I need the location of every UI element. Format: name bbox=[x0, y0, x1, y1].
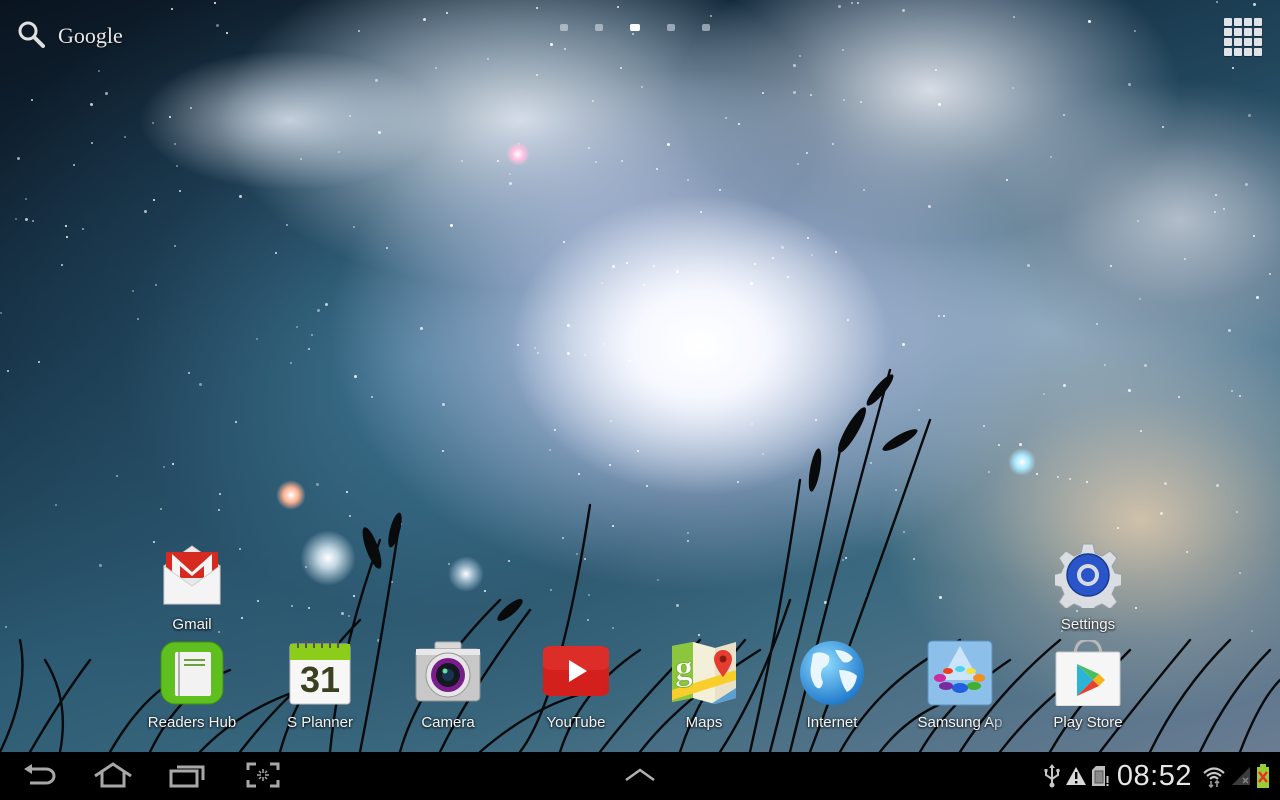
wifi-icon bbox=[1202, 764, 1226, 788]
calendar-icon: 31 bbox=[287, 640, 353, 706]
status-area[interactable]: 08:52 bbox=[1041, 752, 1272, 800]
app-settings[interactable]: Settings bbox=[1033, 542, 1143, 638]
home-icon bbox=[93, 761, 133, 793]
gmail-icon bbox=[159, 542, 225, 608]
sd-card-icon bbox=[1091, 765, 1109, 787]
globe-icon bbox=[799, 640, 865, 706]
calendar-date: 31 bbox=[299, 659, 341, 700]
system-navigation-bar: 08:52 bbox=[0, 752, 1280, 800]
page-dot[interactable] bbox=[595, 24, 603, 31]
clock: 08:52 bbox=[1116, 759, 1192, 792]
back-icon bbox=[22, 763, 56, 792]
battery-charging-error-icon bbox=[1256, 763, 1270, 789]
svg-text:g: g bbox=[675, 648, 693, 688]
camera-icon bbox=[415, 640, 481, 706]
app-label: YouTube bbox=[546, 714, 606, 731]
settings-gear-icon bbox=[1051, 542, 1125, 617]
warning-icon bbox=[1065, 766, 1087, 786]
app-s-planner[interactable]: 31 S Planner bbox=[265, 640, 375, 736]
play-store-bag-icon bbox=[1055, 638, 1121, 707]
screenshot-button[interactable] bbox=[238, 760, 288, 794]
signal-no-service-icon bbox=[1230, 765, 1252, 787]
usb-icon bbox=[1043, 764, 1061, 788]
app-label: Settings bbox=[1060, 616, 1116, 633]
chevron-up-icon bbox=[624, 767, 656, 787]
app-label: Gmail bbox=[172, 616, 212, 633]
app-gmail[interactable]: Gmail bbox=[137, 542, 247, 638]
book-icon bbox=[159, 640, 225, 706]
recent-apps-button[interactable] bbox=[162, 760, 212, 794]
app-play-store[interactable]: Play Store bbox=[1033, 638, 1143, 736]
app-label: Play Store bbox=[1053, 714, 1123, 731]
app-internet[interactable]: Internet bbox=[777, 640, 887, 736]
page-dot-active[interactable] bbox=[630, 24, 640, 31]
search-icon bbox=[16, 19, 46, 54]
google-search-widget[interactable]: Google bbox=[16, 20, 123, 52]
page-dot[interactable] bbox=[667, 24, 675, 31]
google-search-label: Google bbox=[58, 23, 123, 48]
expand-panel-button[interactable] bbox=[615, 760, 665, 794]
home-button[interactable] bbox=[88, 760, 138, 794]
page-indicator bbox=[560, 24, 737, 31]
app-grid-icon bbox=[1224, 18, 1232, 26]
recent-apps-icon bbox=[169, 762, 205, 793]
app-label: Camera bbox=[421, 714, 475, 731]
app-label: Internet bbox=[806, 714, 858, 731]
app-samsung-apps[interactable]: Samsung Ap bbox=[905, 640, 1015, 736]
app-label: Readers Hub bbox=[147, 714, 237, 731]
screenshot-capture-icon bbox=[246, 762, 280, 793]
app-drawer-button[interactable] bbox=[1220, 14, 1262, 56]
samsung-apps-icon bbox=[927, 640, 993, 706]
page-dot[interactable] bbox=[560, 24, 568, 31]
app-maps[interactable]: g Maps bbox=[649, 640, 759, 736]
maps-icon: g bbox=[671, 640, 737, 706]
app-readers-hub[interactable]: Readers Hub bbox=[137, 640, 247, 736]
youtube-play-icon bbox=[541, 640, 611, 706]
back-button[interactable] bbox=[14, 760, 64, 794]
app-label: S Planner bbox=[287, 714, 353, 731]
app-label: Samsung Ap bbox=[917, 714, 1003, 731]
app-youtube[interactable]: YouTube bbox=[521, 640, 631, 736]
page-dot[interactable] bbox=[702, 24, 710, 31]
app-camera[interactable]: Camera bbox=[393, 640, 503, 736]
app-label: Maps bbox=[685, 714, 723, 731]
